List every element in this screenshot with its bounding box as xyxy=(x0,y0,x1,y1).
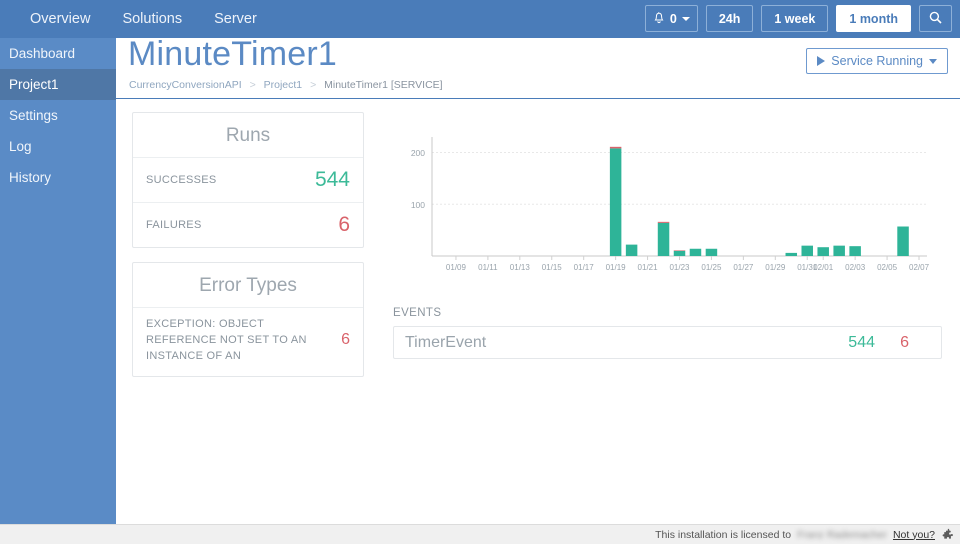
range-button-1-week[interactable]: 1 week xyxy=(761,5,829,32)
svg-text:01/17: 01/17 xyxy=(574,263,595,272)
svg-text:02/05: 02/05 xyxy=(877,263,898,272)
event-failures: 6 xyxy=(900,333,909,351)
search-icon xyxy=(929,11,942,27)
notifications-count: 0 xyxy=(669,11,677,26)
svg-text:02/01: 02/01 xyxy=(813,263,834,272)
svg-text:01/19: 01/19 xyxy=(606,263,627,272)
sidebar-item-history[interactable]: History xyxy=(0,162,116,193)
error-type-count: 6 xyxy=(341,331,350,348)
error-types-card-title: Error Types xyxy=(199,275,297,296)
breadcrumb-separator: > xyxy=(249,79,256,91)
svg-text:01/13: 01/13 xyxy=(510,263,531,272)
svg-text:100: 100 xyxy=(411,200,425,210)
breadcrumb: CurrencyConversionAPI > Project1 > Minut… xyxy=(129,79,443,91)
search-button[interactable] xyxy=(919,5,952,32)
licensee-name: Franz Rademacher xyxy=(797,528,887,541)
events-row-timerevent[interactable]: TimerEvent 544 6 xyxy=(393,326,942,359)
event-name: TimerEvent xyxy=(405,333,487,351)
svg-text:01/23: 01/23 xyxy=(669,263,690,272)
runs-failures-label: FAILURES xyxy=(146,219,202,231)
top-bar: Overview Solutions Server 0 24h 1 week 1… xyxy=(0,0,960,38)
svg-text:01/15: 01/15 xyxy=(542,263,563,272)
breadcrumb-item-1[interactable]: Project1 xyxy=(264,79,303,91)
puzzle-icon[interactable] xyxy=(941,528,954,541)
runs-successes-value: 544 xyxy=(314,168,350,191)
sidebar-item-project1[interactable]: Project1 xyxy=(0,69,116,100)
sidebar-item-log[interactable]: Log xyxy=(0,131,116,162)
error-types-row: EXCEPTION: OBJECT REFERENCE NOT SET TO A… xyxy=(133,307,363,376)
license-text: This installation is licensed to xyxy=(655,528,792,541)
breadcrumb-separator: > xyxy=(310,79,317,91)
runs-successes-label: SUCCESSES xyxy=(146,174,217,186)
notifications-button[interactable]: 0 xyxy=(644,5,698,32)
error-type-label: EXCEPTION: OBJECT REFERENCE NOT SET TO A… xyxy=(146,318,307,362)
top-nav: Overview Solutions Server xyxy=(0,0,273,38)
service-status-button[interactable]: Service Running xyxy=(806,48,948,74)
svg-text:01/27: 01/27 xyxy=(733,263,754,272)
svg-text:01/29: 01/29 xyxy=(765,263,786,272)
range-button-1-month[interactable]: 1 month xyxy=(836,5,911,32)
runs-row-successes: SUCCESSES 544 xyxy=(133,157,363,202)
nav-item-server[interactable]: Server xyxy=(198,0,273,38)
sidebar-item-settings[interactable]: Settings xyxy=(0,100,116,131)
chevron-down-icon xyxy=(681,16,690,21)
runs-failures-value: 6 xyxy=(338,213,350,236)
breadcrumb-item-0[interactable]: CurrencyConversionAPI xyxy=(129,79,242,91)
error-types-card: Error Types EXCEPTION: OBJECT REFERENCE … xyxy=(132,262,364,377)
svg-text:200: 200 xyxy=(411,148,425,158)
top-bar-actions: 0 24h 1 week 1 month xyxy=(644,5,952,32)
runs-bar-chart-svg: 100 200 01/09 01/11 01/13 01/15 01/17 01/19 01/2… xyxy=(411,137,930,272)
footer: This installation is licensed to Franz R… xyxy=(0,524,960,544)
svg-text:02/03: 02/03 xyxy=(845,263,866,272)
bell-icon xyxy=(653,12,665,25)
svg-text:02/07: 02/07 xyxy=(909,263,930,272)
runs-card-title: Runs xyxy=(225,125,271,146)
page-title: MinuteTimer1 xyxy=(128,35,337,73)
runs-card: Runs SUCCESSES 544 FAILURES 6 xyxy=(132,112,364,248)
page-header: MinuteTimer1 CurrencyConversionAPI > Pro… xyxy=(116,35,960,99)
nav-item-overview[interactable]: Overview xyxy=(14,0,106,38)
runs-bar-chart: 100 200 01/09 01/11 01/13 01/15 01/17 01/19 01/2… xyxy=(392,129,937,284)
svg-text:01/21: 01/21 xyxy=(638,263,659,272)
sidebar-item-dashboard[interactable]: Dashboard xyxy=(0,38,116,69)
sidebar: Dashboard Project1 Settings Log History xyxy=(0,38,116,544)
chevron-down-icon xyxy=(929,58,937,64)
nav-item-solutions[interactable]: Solutions xyxy=(106,0,198,38)
runs-row-failures: FAILURES 6 xyxy=(133,202,363,247)
main-content: Runs SUCCESSES 544 FAILURES 6 Error Type… xyxy=(116,99,960,524)
svg-text:01/09: 01/09 xyxy=(446,263,467,272)
event-successes: 544 xyxy=(848,333,875,351)
app-root: Overview Solutions Server 0 24h 1 week 1… xyxy=(0,0,960,544)
events-section-label: EVENTS xyxy=(393,307,442,319)
breadcrumb-item-2: MinuteTimer1 [SERVICE] xyxy=(324,79,443,91)
svg-text:01/25: 01/25 xyxy=(701,263,722,272)
not-you-link[interactable]: Not you? xyxy=(893,529,935,541)
svg-text:01/11: 01/11 xyxy=(478,263,498,272)
play-icon xyxy=(817,56,826,66)
service-status-label: Service Running xyxy=(831,54,923,68)
range-button-24h[interactable]: 24h xyxy=(705,5,754,32)
